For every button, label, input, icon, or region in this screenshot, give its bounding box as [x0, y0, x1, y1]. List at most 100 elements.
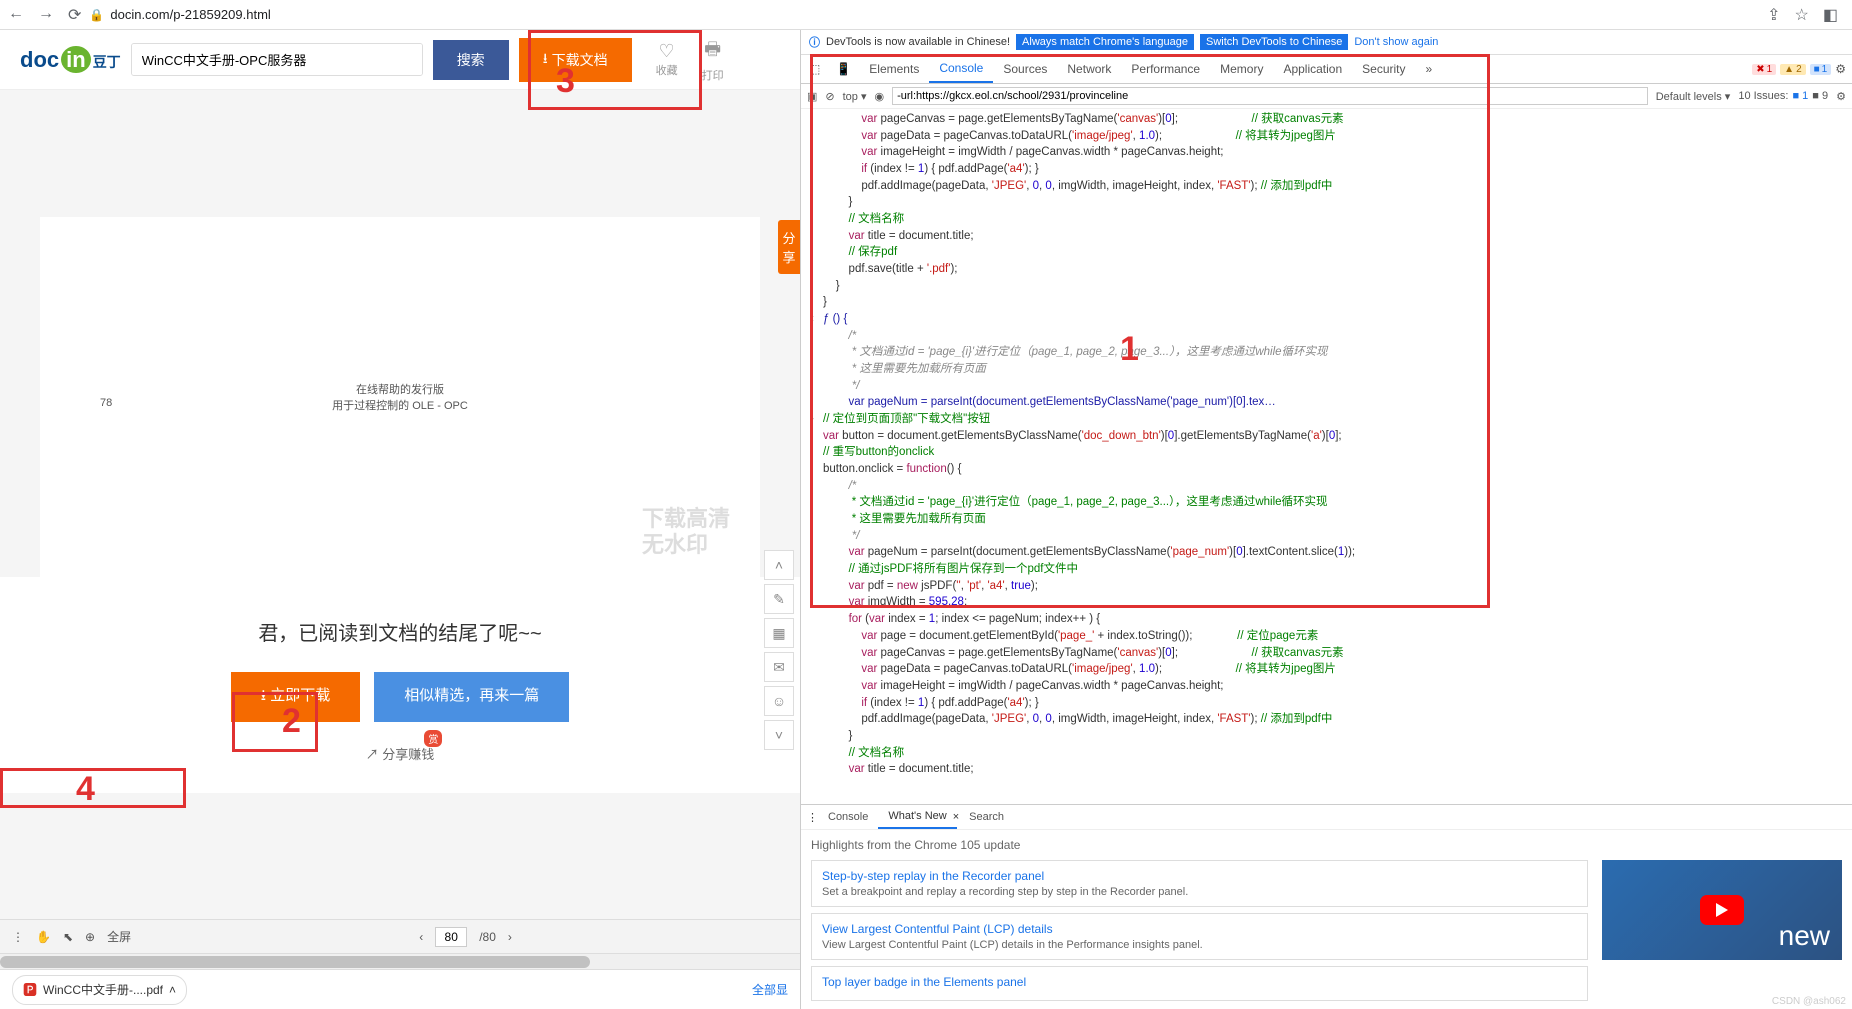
tab-security[interactable]: Security	[1352, 56, 1415, 82]
sidebar-toggle-icon[interactable]: ▣	[807, 90, 817, 103]
share-earn-link[interactable]: 赏 ↗ 分享赚钱	[366, 744, 435, 763]
switch-chinese-button[interactable]: Switch DevTools to Chinese	[1200, 34, 1348, 50]
page-text-line: 用于过程控制的 OLE - OPC	[332, 397, 468, 413]
print-button[interactable]: 🖶打印	[702, 37, 724, 83]
tab-more[interactable]: »	[1416, 56, 1443, 82]
lock-icon: 🔒	[89, 8, 104, 22]
tab-console[interactable]: Console	[929, 55, 993, 83]
reload-icon[interactable]: ⟳	[68, 5, 81, 25]
fullscreen-button[interactable]: 全屏	[107, 928, 131, 945]
forward-icon[interactable]: →	[38, 5, 54, 25]
devtools-tabs: ⬚ 📱 Elements Console Sources Network Per…	[801, 55, 1852, 84]
devtools-drawer: ⋮ Console What's New× Search Highlights …	[801, 804, 1852, 1009]
tab-elements[interactable]: Elements	[859, 56, 929, 82]
console-filter-input[interactable]	[892, 87, 1648, 105]
whatsnew-card[interactable]: View Largest Contentful Paint (LCP) deta…	[811, 913, 1588, 960]
whatsnew-headline: Highlights from the Chrome 105 update	[811, 838, 1842, 852]
reward-badge: 赏	[424, 730, 442, 747]
docin-page: docin豆丁 搜索 ⭳下载文档 ♡收藏 🖶打印 78 在线帮助的发行版 用于过…	[0, 30, 800, 1009]
chevron-up-icon[interactable]: ˄	[169, 983, 176, 997]
page-input[interactable]	[435, 927, 467, 947]
search-input[interactable]	[132, 44, 422, 75]
browser-toolbar: ← → ⟳ 🔒 docin.com/p-21859209.html ⇪ ☆ ◧	[0, 0, 1852, 30]
gear-icon[interactable]: ⚙	[1836, 90, 1846, 103]
clear-console-icon[interactable]: ⊘	[825, 90, 834, 103]
document-page: 78 在线帮助的发行版 用于过程控制的 OLE - OPC 下载高清无水印	[40, 217, 760, 577]
search-button[interactable]: 搜索	[433, 40, 509, 80]
show-all-downloads[interactable]: 全部显	[752, 981, 788, 998]
search-box	[131, 43, 423, 76]
viewer-toolbar: ⋮ ✋ ⬉ ⊕ 全屏 ‹ /80 ›	[0, 919, 800, 953]
tab-performance[interactable]: Performance	[1121, 56, 1210, 82]
downloads-bar: 🅿 WinCC中文手册-....pdf ˄ 全部显	[0, 969, 800, 1009]
issues-summary[interactable]: 10 Issues: ■ 1 ■ 9	[1738, 90, 1828, 102]
context-selector[interactable]: top ▾	[843, 90, 867, 103]
end-section: 君，已阅读到文档的结尾了呢~~ ⭳ 立即下载 相似精选，再来一篇 赏 ↗ 分享赚…	[0, 577, 800, 793]
error-badge[interactable]: ✖ 1	[1752, 64, 1776, 75]
logo[interactable]: docin豆丁	[20, 47, 121, 73]
log-levels-selector[interactable]: Default levels ▾	[1656, 90, 1731, 103]
devtools-infobar: ⓘ DevTools is now available in Chinese! …	[801, 30, 1852, 55]
console-output[interactable]: var pageCanvas = page.getElementsByTagNa…	[801, 109, 1852, 804]
play-icon	[1700, 895, 1744, 925]
tab-network[interactable]: Network	[1057, 56, 1121, 82]
drawer-more-icon[interactable]: ⋮	[807, 811, 818, 824]
feedback-button[interactable]: ✎	[764, 584, 794, 614]
devtools-panel: ⓘ DevTools is now available in Chinese! …	[800, 30, 1852, 1009]
drawer-tab-console[interactable]: Console	[818, 806, 878, 828]
hand-tool-icon[interactable]: ✋	[36, 930, 51, 944]
h-scrollbar[interactable]	[0, 953, 800, 969]
console-toolbar: ▣ ⊘ top ▾ ◉ Default levels ▾ 10 Issues: …	[801, 84, 1852, 109]
download-chip[interactable]: 🅿 WinCC中文手册-....pdf ˄	[12, 975, 187, 1005]
page-text-line: 在线帮助的发行版	[356, 381, 444, 397]
prev-page-icon[interactable]: ‹	[419, 930, 423, 944]
wechat-button[interactable]: ✉	[764, 652, 794, 682]
restore-icon[interactable]: ◧	[1823, 5, 1838, 25]
page-total: /80	[479, 930, 496, 944]
select-tool-icon[interactable]: ⬉	[63, 930, 73, 944]
device-icon[interactable]: 📱	[828, 56, 859, 82]
whatsnew-card[interactable]: Top layer badge in the Elements panel	[811, 966, 1588, 1001]
download-now-button[interactable]: ⭳ 立即下载	[231, 672, 360, 722]
page-number: 78	[100, 397, 112, 409]
info-badge[interactable]: ■ 1	[1810, 64, 1832, 75]
next-page-icon[interactable]: ›	[508, 930, 512, 944]
info-icon: ⓘ	[809, 34, 820, 50]
address-bar[interactable]: 🔒 docin.com/p-21859209.html	[89, 7, 1759, 22]
end-title: 君，已阅读到文档的结尾了呢~~	[0, 617, 800, 646]
whatsnew-video[interactable]: new	[1602, 860, 1842, 960]
print-icon: 🖶	[704, 37, 721, 67]
gear-icon[interactable]: ⚙	[1835, 62, 1846, 76]
drawer-tab-search[interactable]: Search	[959, 806, 1014, 828]
tab-application[interactable]: Application	[1273, 56, 1352, 82]
support-button[interactable]: ☺	[764, 686, 794, 716]
scroll-down-button[interactable]: ˅	[764, 720, 794, 750]
url-text: docin.com/p-21859209.html	[110, 7, 270, 22]
favorite-button[interactable]: ♡收藏	[656, 41, 678, 78]
scroll-up-button[interactable]: ˄	[764, 550, 794, 580]
more-icon[interactable]: ⋮	[12, 930, 24, 944]
download-doc-button[interactable]: ⭳下载文档	[519, 38, 632, 82]
match-language-button[interactable]: Always match Chrome's language	[1016, 34, 1194, 50]
qr-button[interactable]: ▦	[764, 618, 794, 648]
tab-memory[interactable]: Memory	[1210, 56, 1273, 82]
document-viewport[interactable]: 78 在线帮助的发行版 用于过程控制的 OLE - OPC 下载高清无水印 君，…	[0, 90, 800, 919]
share-side-tab[interactable]: 分享	[778, 220, 800, 274]
dont-show-link[interactable]: Don't show again	[1354, 36, 1438, 48]
back-icon[interactable]: ←	[8, 5, 24, 25]
watermark: 下载高清无水印	[642, 506, 730, 559]
download-icon: ⭳	[543, 48, 548, 72]
zoom-in-icon[interactable]: ⊕	[85, 930, 95, 944]
warning-badge[interactable]: ▲ 2	[1780, 64, 1805, 75]
tab-sources[interactable]: Sources	[993, 56, 1057, 82]
float-toolbar: ˄ ✎ ▦ ✉ ☺ ˅	[764, 550, 794, 750]
share-icon: ↗	[366, 747, 383, 762]
star-icon[interactable]: ☆	[1795, 5, 1809, 25]
live-expression-icon[interactable]: ◉	[875, 90, 885, 103]
csdn-watermark: CSDN @ash062	[1772, 996, 1846, 1007]
drawer-tab-whatsnew[interactable]: What's New	[878, 805, 956, 829]
inspect-icon[interactable]: ⬚	[801, 56, 828, 82]
whatsnew-card[interactable]: Step-by-step replay in the Recorder pane…	[811, 860, 1588, 907]
similar-docs-button[interactable]: 相似精选，再来一篇	[374, 672, 569, 722]
share-icon[interactable]: ⇪	[1767, 5, 1780, 25]
